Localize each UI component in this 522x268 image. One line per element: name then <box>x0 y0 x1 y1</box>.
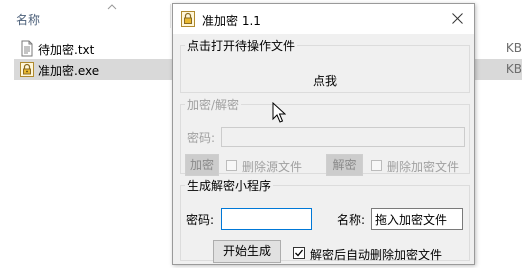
file-name: 待加密.txt <box>38 43 95 57</box>
encrypt-decrypt-group: 加密/解密 密码: 加密 删除源文件 解密 删除加密文件 <box>180 96 470 176</box>
text-file-icon <box>21 40 33 57</box>
generate-program-group: 生成解密小程序 密码: 名称: 拖入加密文件 开始生成 解密后自动删除加密文件 <box>180 177 470 263</box>
start-generate-button[interactable]: 开始生成 <box>213 240 281 263</box>
file-name: 准加密.exe <box>38 64 100 78</box>
delete-source-checkbox[interactable] <box>226 160 237 171</box>
open-file-group: 点击打开待操作文件 点我 <box>180 37 470 93</box>
close-icon <box>452 13 463 24</box>
file-size: KB <box>505 62 522 76</box>
column-divider[interactable] <box>170 4 171 28</box>
file-size: KB <box>505 41 522 55</box>
open-file-legend: 点击打开待操作文件 <box>187 39 296 53</box>
generate-program-legend: 生成解密小程序 <box>187 179 272 193</box>
generate-password-label: 密码: <box>186 213 215 227</box>
delete-encrypted-label: 删除加密文件 <box>387 160 460 174</box>
auto-delete-checkbox[interactable] <box>293 247 305 259</box>
program-name-input[interactable]: 拖入加密文件 <box>371 208 463 230</box>
crypt-password-label: 密码: <box>187 131 216 145</box>
column-header-name[interactable]: 名称 <box>16 11 40 28</box>
checkmark-icon <box>295 249 304 257</box>
crypt-password-input[interactable] <box>221 127 465 147</box>
lock-file-icon <box>20 62 34 77</box>
delete-source-label: 删除源文件 <box>242 160 303 174</box>
close-button[interactable] <box>440 4 474 34</box>
program-name-label: 名称: <box>337 213 366 227</box>
delete-encrypted-checkbox[interactable] <box>371 160 382 171</box>
encrypt-dialog: 准加密 1.1 点击打开待操作文件 点我 加密/解密 密码: 加密 删除源文件 … <box>172 3 475 265</box>
open-file-button[interactable]: 点我 <box>181 72 469 89</box>
auto-delete-label: 解密后自动删除加密文件 <box>310 248 443 262</box>
dialog-titlebar[interactable]: 准加密 1.1 <box>173 4 474 34</box>
encrypt-decrypt-legend: 加密/解密 <box>187 98 240 112</box>
generate-password-input[interactable] <box>221 208 312 230</box>
encrypt-button[interactable]: 加密 <box>185 154 219 176</box>
dialog-title: 准加密 1.1 <box>202 14 261 28</box>
decrypt-button[interactable]: 解密 <box>326 154 363 176</box>
mouse-cursor-icon <box>272 102 286 123</box>
sort-chevron-up-icon <box>107 4 117 10</box>
lock-app-icon <box>181 11 195 27</box>
